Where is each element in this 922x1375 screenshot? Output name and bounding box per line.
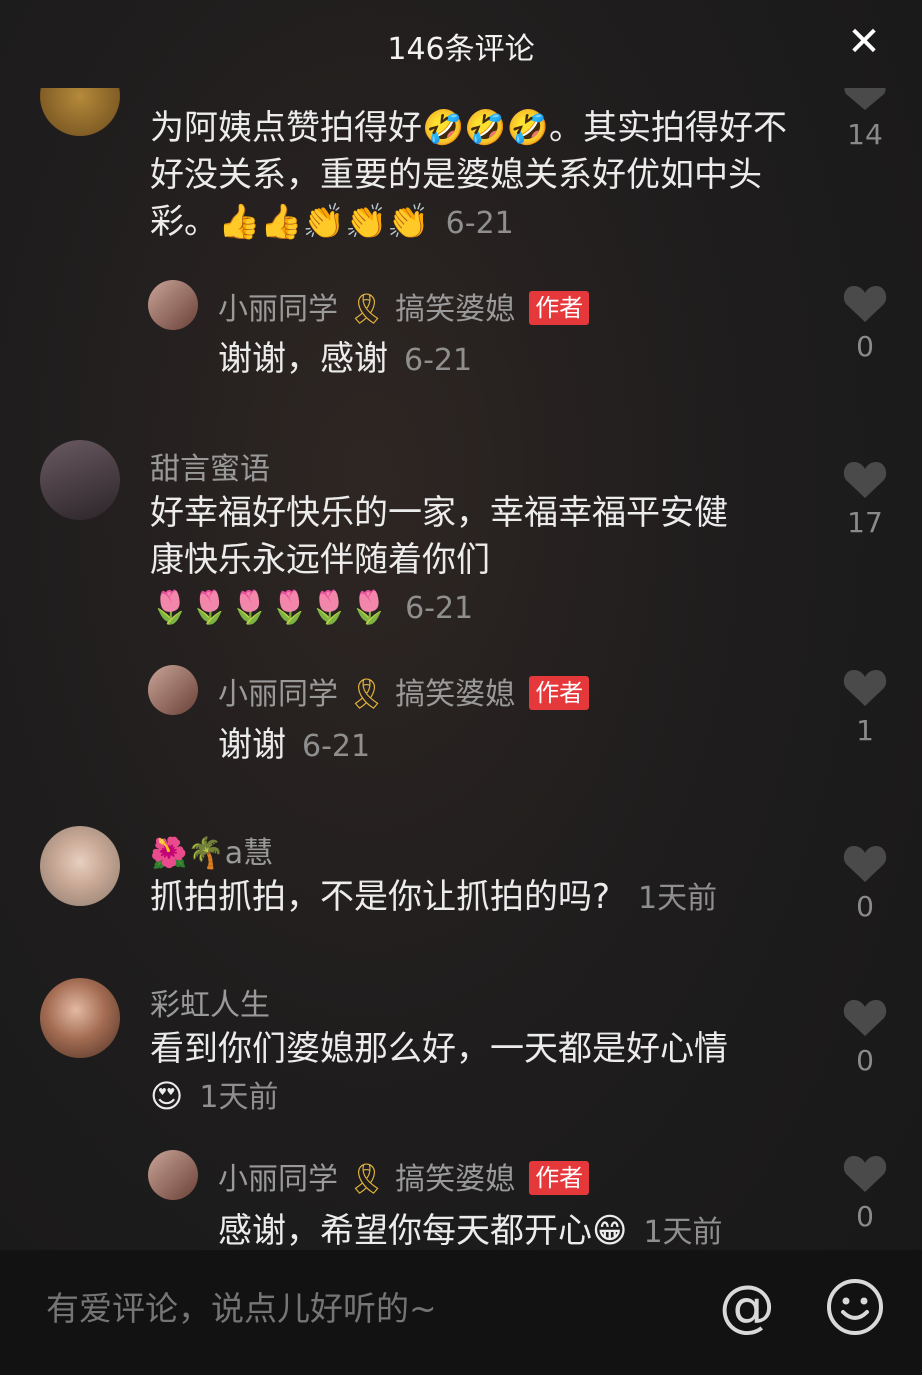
comment-date: 6-21 xyxy=(405,591,474,626)
avatar[interactable] xyxy=(40,978,120,1058)
heart-icon xyxy=(843,670,887,706)
avatar[interactable] xyxy=(148,1150,198,1200)
comment-text: 好幸福好快乐的一家，幸福幸福平安健 康快乐永远伴随着你们 🌷🌷🌷🌷🌷🌷 6-21 xyxy=(150,493,728,626)
heart-icon xyxy=(844,88,886,110)
like-count: 0 xyxy=(856,890,874,923)
avatar[interactable] xyxy=(40,440,120,520)
comment-date: 6-21 xyxy=(445,206,514,241)
like-count: 0 xyxy=(856,1200,874,1233)
smile-icon[interactable] xyxy=(826,1278,884,1336)
reply-text: 谢谢 6-21 xyxy=(218,725,371,765)
comment-text: 抓拍抓拍，不是你让抓拍的吗? 1天前 xyxy=(150,877,718,917)
avatar[interactable] xyxy=(148,665,198,715)
like-count: 1 xyxy=(856,714,874,747)
like-button[interactable]: 1 xyxy=(840,668,890,747)
close-icon[interactable]: ✕ xyxy=(844,22,884,62)
comment-text: 看到你们婆媳那么好，一天都是好心情 😍 1天前 xyxy=(150,1029,728,1115)
comment-author[interactable]: 🌺🌴a慧 xyxy=(150,828,273,872)
comment-text: 为阿姨点赞拍得好🤣🤣🤣。其实拍得好不好没关系，重要的是婆媳关系好优如中头彩。👍👍… xyxy=(150,108,788,242)
mention-icon[interactable]: @ xyxy=(718,1278,776,1336)
author-badge: 作者 xyxy=(529,676,590,710)
like-button[interactable]: 0 xyxy=(840,998,890,1077)
author-badge: 作者 xyxy=(529,1161,590,1195)
comment-author[interactable]: 彩虹人生 xyxy=(150,980,270,1024)
ribbon-icon: 🎗 xyxy=(347,677,386,712)
reply-text: 感谢，希望你每天都开心😁 1天前 xyxy=(218,1211,723,1250)
reply-author[interactable]: 小丽同学 🎗 搞笑婆媳 作者 xyxy=(218,669,590,713)
like-button[interactable]: 17 xyxy=(840,460,890,539)
avatar[interactable] xyxy=(148,280,198,330)
comment-date: 1天前 xyxy=(199,1080,279,1115)
avatar[interactable] xyxy=(40,88,120,136)
ribbon-icon: 🎗 xyxy=(347,1162,386,1197)
like-button[interactable]: 0 xyxy=(840,844,890,923)
heart-icon xyxy=(843,286,887,322)
comment-date: 1天前 xyxy=(638,881,718,916)
like-button[interactable]: 14 xyxy=(840,88,890,151)
ribbon-icon: 🎗 xyxy=(347,292,386,327)
comment-list[interactable]: 为阿姨点赞拍得好🤣🤣🤣。其实拍得好不好没关系，重要的是婆媳关系好优如中头彩。👍👍… xyxy=(0,88,922,1250)
reply-date: 1天前 xyxy=(643,1215,723,1250)
reply-text: 谢谢，感谢 6-21 xyxy=(218,339,473,379)
reply-date: 6-21 xyxy=(302,729,371,764)
like-count: 0 xyxy=(856,330,874,363)
comment-input-bar: @ xyxy=(0,1250,922,1375)
heart-icon xyxy=(843,846,887,882)
heart-icon xyxy=(843,462,887,498)
like-button[interactable]: 0 xyxy=(840,284,890,363)
author-badge: 作者 xyxy=(529,291,590,325)
like-count: 0 xyxy=(856,1044,874,1077)
comment-input[interactable] xyxy=(44,1288,668,1329)
heart-icon xyxy=(843,1000,887,1036)
reply-author[interactable]: 小丽同学 🎗 搞笑婆媳 作者 xyxy=(218,284,590,328)
comment-count-title: 146条评论 xyxy=(387,32,535,67)
like-button[interactable]: 0 xyxy=(840,1154,890,1233)
heart-icon xyxy=(843,1156,887,1192)
like-count: 14 xyxy=(847,118,883,151)
reply-date: 6-21 xyxy=(404,343,473,378)
reply-author[interactable]: 小丽同学 🎗 搞笑婆媳 作者 xyxy=(218,1154,590,1198)
comment-author[interactable]: 甜言蜜语 xyxy=(150,444,270,488)
comments-header: 146条评论 ✕ xyxy=(0,0,922,90)
avatar[interactable] xyxy=(40,826,120,906)
like-count: 17 xyxy=(847,506,883,539)
